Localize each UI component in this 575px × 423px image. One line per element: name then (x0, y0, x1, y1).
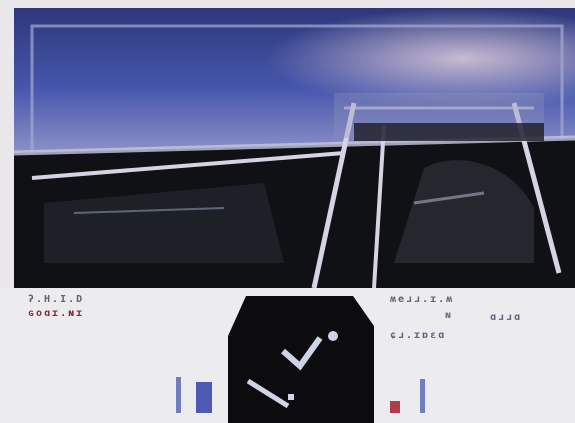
hud-left-label-top: ʔ.H.I.D (28, 294, 85, 305)
road-scene (14, 8, 575, 288)
gauge-blue-right (196, 382, 212, 413)
radar-scope-icon (228, 296, 374, 423)
hud-right-label-mid: ɑɹɹɑ (490, 312, 523, 323)
hud-right-label-bottom: ɕɹ.ɪɒɛɑ (390, 330, 447, 341)
hud-left-label-bottom: ɢoɑɪ.ɴɪ (28, 308, 85, 319)
game-3d-view (14, 8, 575, 288)
arrow-pointer-icon: ɴ (445, 310, 454, 321)
gauge-red (390, 401, 400, 413)
radar-blip-shape (281, 336, 323, 371)
hud-right-label-top: ʍeɹɹ.ɪ.ʍ (390, 294, 455, 305)
hud-panel: ʔ.H.I.D ɢoɑɪ.ɴɪ ʍeɹɹ.ɪ.ʍ ɴ ɑɹɹɑ ɕɹ.ɪɒɛɑ (0, 288, 575, 423)
radar-blip (328, 331, 338, 341)
distant-structure (354, 123, 544, 141)
radar-blip (288, 394, 294, 400)
radar-blip-line (246, 378, 290, 409)
gauge-blue-right-small (420, 379, 425, 413)
radar-drawing (228, 296, 374, 409)
gauge-blue-left (176, 377, 181, 413)
